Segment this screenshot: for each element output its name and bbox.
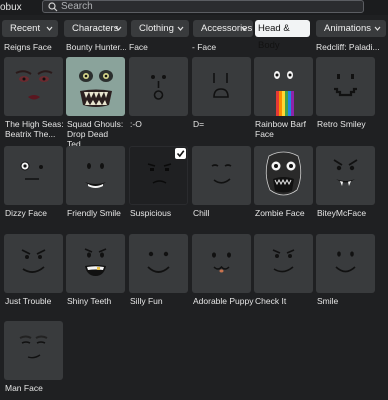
chevron-down-icon (115, 26, 122, 31)
item-thumbnail (66, 146, 125, 205)
check-it-face-icon (272, 249, 295, 273)
item-name: :-O (130, 119, 142, 129)
top-bar: obux (0, 0, 388, 15)
chevron-down-icon (374, 26, 381, 31)
item-name: Zombie Face (255, 208, 305, 218)
item-thumbnail (254, 146, 313, 205)
item-thumbnail (4, 146, 63, 205)
item-name: Man Face (5, 383, 43, 393)
adorable-puppy-face-icon (212, 252, 231, 273)
category-tabs: Recent Characters Clothing Accessories H… (0, 20, 388, 51)
item-thumbnail (66, 234, 125, 293)
item-thumbnail (254, 234, 313, 293)
chevron-down-icon (46, 26, 53, 31)
tab-accessories[interactable]: Accessories (193, 20, 253, 37)
tab-label: Clothing (139, 23, 174, 34)
dizzy-face-icon (20, 161, 43, 180)
item-label: - Face (192, 42, 217, 52)
item-thumbnail (4, 321, 63, 380)
item-label: Bounty Hunter... (66, 42, 126, 52)
item-name: Dizzy Face (5, 208, 48, 218)
man-face-icon (19, 335, 48, 359)
beatrix-face-icon (15, 70, 53, 100)
tab-head-and-body[interactable]: Head & Body (255, 20, 310, 51)
just-trouble-face-icon (21, 249, 46, 273)
item-thumbnail (66, 57, 125, 116)
ghoul-face-icon (79, 70, 113, 107)
item-thumbnail (129, 234, 188, 293)
item-thumbnail (316, 57, 375, 116)
item-name: Friendly Smile (67, 208, 121, 218)
search-icon (48, 2, 58, 12)
item-thumbnail (192, 57, 251, 116)
tab-animations[interactable]: Animations (316, 20, 386, 37)
tab-label: Characters (72, 23, 119, 34)
tab-label: Head & Body (258, 23, 290, 51)
item-label: Redcliff: Paladi... (316, 42, 380, 52)
item-thumbnail (192, 234, 251, 293)
item-name: Shiny Teeth (67, 296, 112, 306)
item-name: D= (193, 119, 205, 129)
item-label: Face (129, 42, 148, 52)
chevron-down-icon (177, 26, 184, 31)
item-name: Check It (255, 296, 287, 306)
shiny-teeth-face-icon (84, 248, 107, 276)
rainbow-barf-face-icon (274, 71, 294, 116)
tab-label: Animations (324, 23, 371, 34)
item-thumbnail (129, 57, 188, 116)
item-name: Adorable Puppy (193, 296, 254, 306)
item-thumbnail (316, 146, 375, 205)
search-input[interactable] (61, 1, 351, 12)
item-name: Chill (193, 208, 210, 218)
item-name: Silly Fun (130, 296, 163, 306)
tab-characters[interactable]: Characters (64, 20, 127, 37)
item-thumbnail (4, 234, 63, 293)
item-name: Just Trouble (5, 296, 52, 306)
item-thumbnail (254, 57, 313, 116)
item-thumbnail (4, 57, 63, 116)
surprised-face-icon (151, 75, 166, 100)
friendly-smile-face-icon (85, 163, 106, 188)
chevron-down-icon (241, 26, 248, 31)
item-label: Reigns Face (4, 42, 52, 52)
smile-face-icon (335, 251, 356, 273)
item-name: Smile (317, 296, 339, 306)
checkmark-icon (176, 150, 185, 158)
tab-clothing[interactable]: Clothing (131, 20, 189, 37)
tab-recent[interactable]: Recent (2, 20, 58, 37)
selected-checkmark (175, 148, 186, 159)
item-name: Rainbow Barf Face (255, 119, 307, 139)
item-thumbnail (192, 146, 251, 205)
item-name: Squad Ghouls: Drop Dead Ted... (67, 119, 124, 149)
search-box[interactable] (42, 0, 364, 13)
d-equals-face-icon (213, 73, 229, 98)
retro-smiley-face-icon (334, 74, 357, 97)
robux-label: obux (0, 2, 22, 13)
item-name: The High Seas: Beatrix The... (5, 119, 64, 139)
bitey-face-icon (333, 159, 358, 186)
item-name: Suspicious (130, 208, 172, 218)
silly-fun-face-icon (147, 251, 170, 273)
item-thumbnail (316, 234, 375, 293)
item-name: Retro Smiley (317, 119, 366, 129)
zombie-face-icon (265, 151, 302, 196)
item-name: BiteyMcFace (317, 208, 367, 218)
tab-label: Recent (10, 23, 41, 34)
chill-face-icon (211, 164, 232, 184)
